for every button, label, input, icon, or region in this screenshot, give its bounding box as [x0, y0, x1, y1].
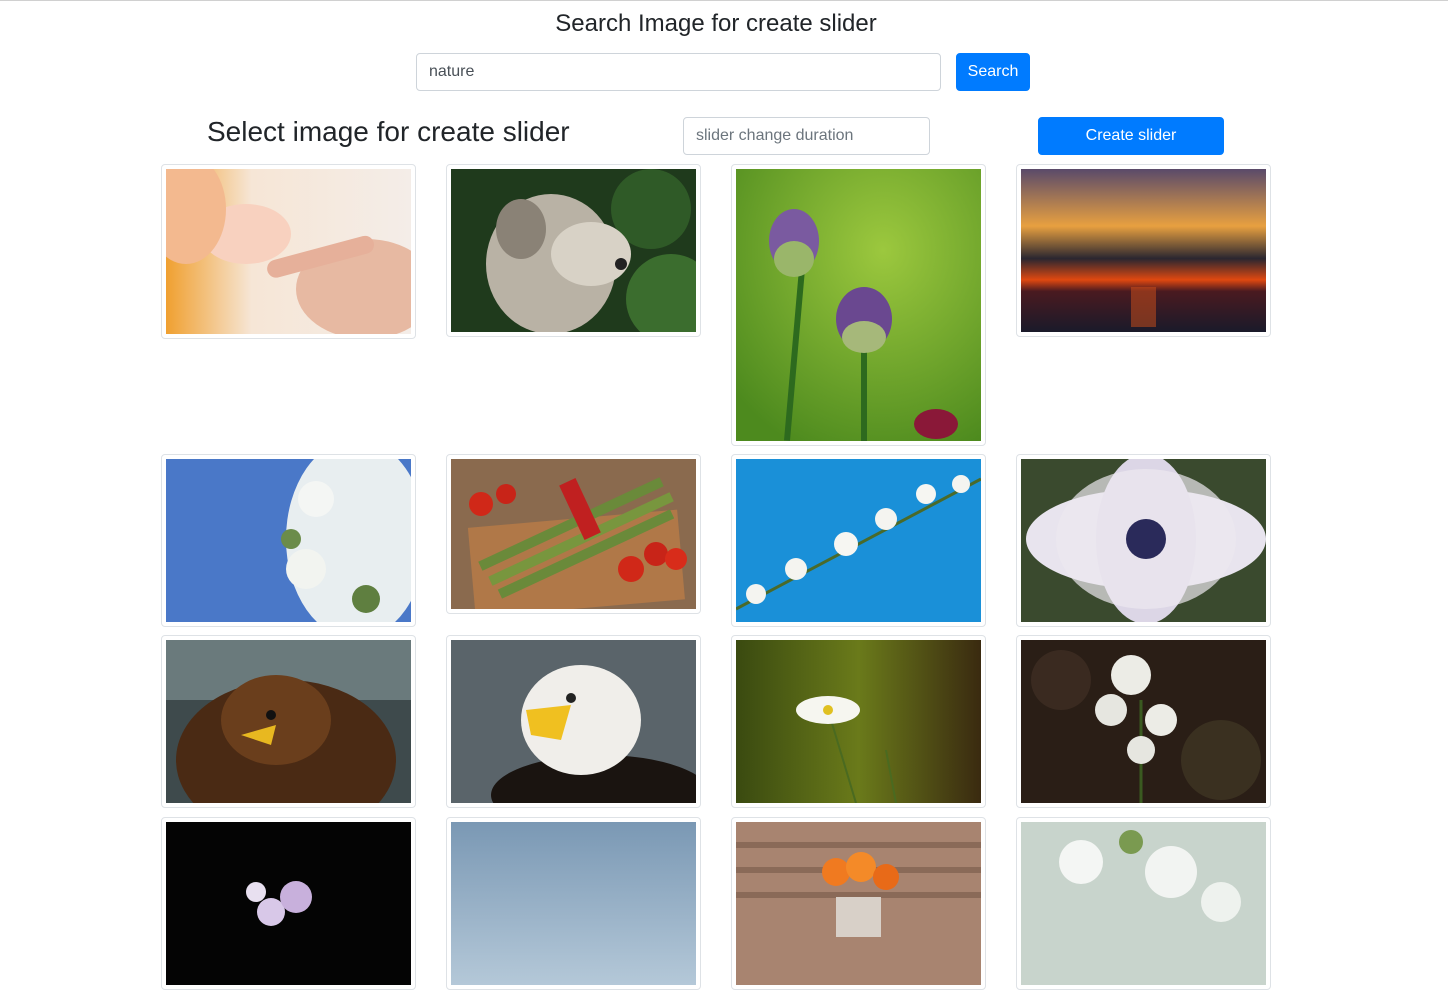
create-slider-button[interactable]: Create slider	[1038, 117, 1224, 155]
white-flower-cluster-image	[1021, 640, 1266, 803]
sunset-over-sea-image	[1021, 169, 1266, 332]
white-blossoms-image	[1021, 822, 1266, 985]
search-button[interactable]: Search	[956, 53, 1030, 91]
flowers-on-black-image	[166, 822, 411, 985]
image-thumb[interactable]	[161, 817, 416, 990]
image-thumb[interactable]	[1016, 635, 1271, 808]
brown-eagle-image	[166, 640, 411, 803]
orange-tulips-in-vase-image	[736, 822, 981, 985]
image-thumb[interactable]	[731, 817, 986, 990]
cherry-blossom-branch-image	[736, 459, 981, 622]
image-thumb[interactable]	[446, 454, 701, 614]
gallery-title: Select image for create slider	[207, 116, 570, 147]
image-thumb[interactable]	[161, 164, 416, 339]
image-thumb[interactable]	[446, 164, 701, 337]
image-thumb[interactable]	[731, 635, 986, 808]
white-daisy-flower-image	[1021, 459, 1266, 622]
white-blossom-branch-blue-sky-image	[166, 459, 411, 622]
sky-image	[451, 822, 696, 985]
image-thumb[interactable]	[161, 454, 416, 627]
image-thumb[interactable]	[446, 635, 701, 808]
image-thumb[interactable]	[446, 817, 701, 990]
search-input[interactable]	[416, 53, 941, 91]
image-thumb[interactable]	[731, 164, 986, 446]
white-wildflower-image	[736, 640, 981, 803]
dog-portrait-image	[451, 169, 696, 332]
duration-input[interactable]	[683, 117, 930, 155]
image-thumb[interactable]	[1016, 817, 1271, 990]
top-border	[0, 0, 1448, 1]
image-thumb[interactable]	[731, 454, 986, 627]
page-title: Search Image for create slider	[555, 10, 877, 37]
image-thumb[interactable]	[1016, 164, 1271, 337]
image-thumb[interactable]	[1016, 454, 1271, 627]
asparagus-and-tomatoes-image	[451, 459, 696, 609]
baby-hand-holding-finger-image	[166, 169, 411, 334]
allium-flowers-image	[736, 169, 981, 441]
bald-eagle-image	[451, 640, 696, 803]
image-thumb[interactable]	[161, 635, 416, 808]
